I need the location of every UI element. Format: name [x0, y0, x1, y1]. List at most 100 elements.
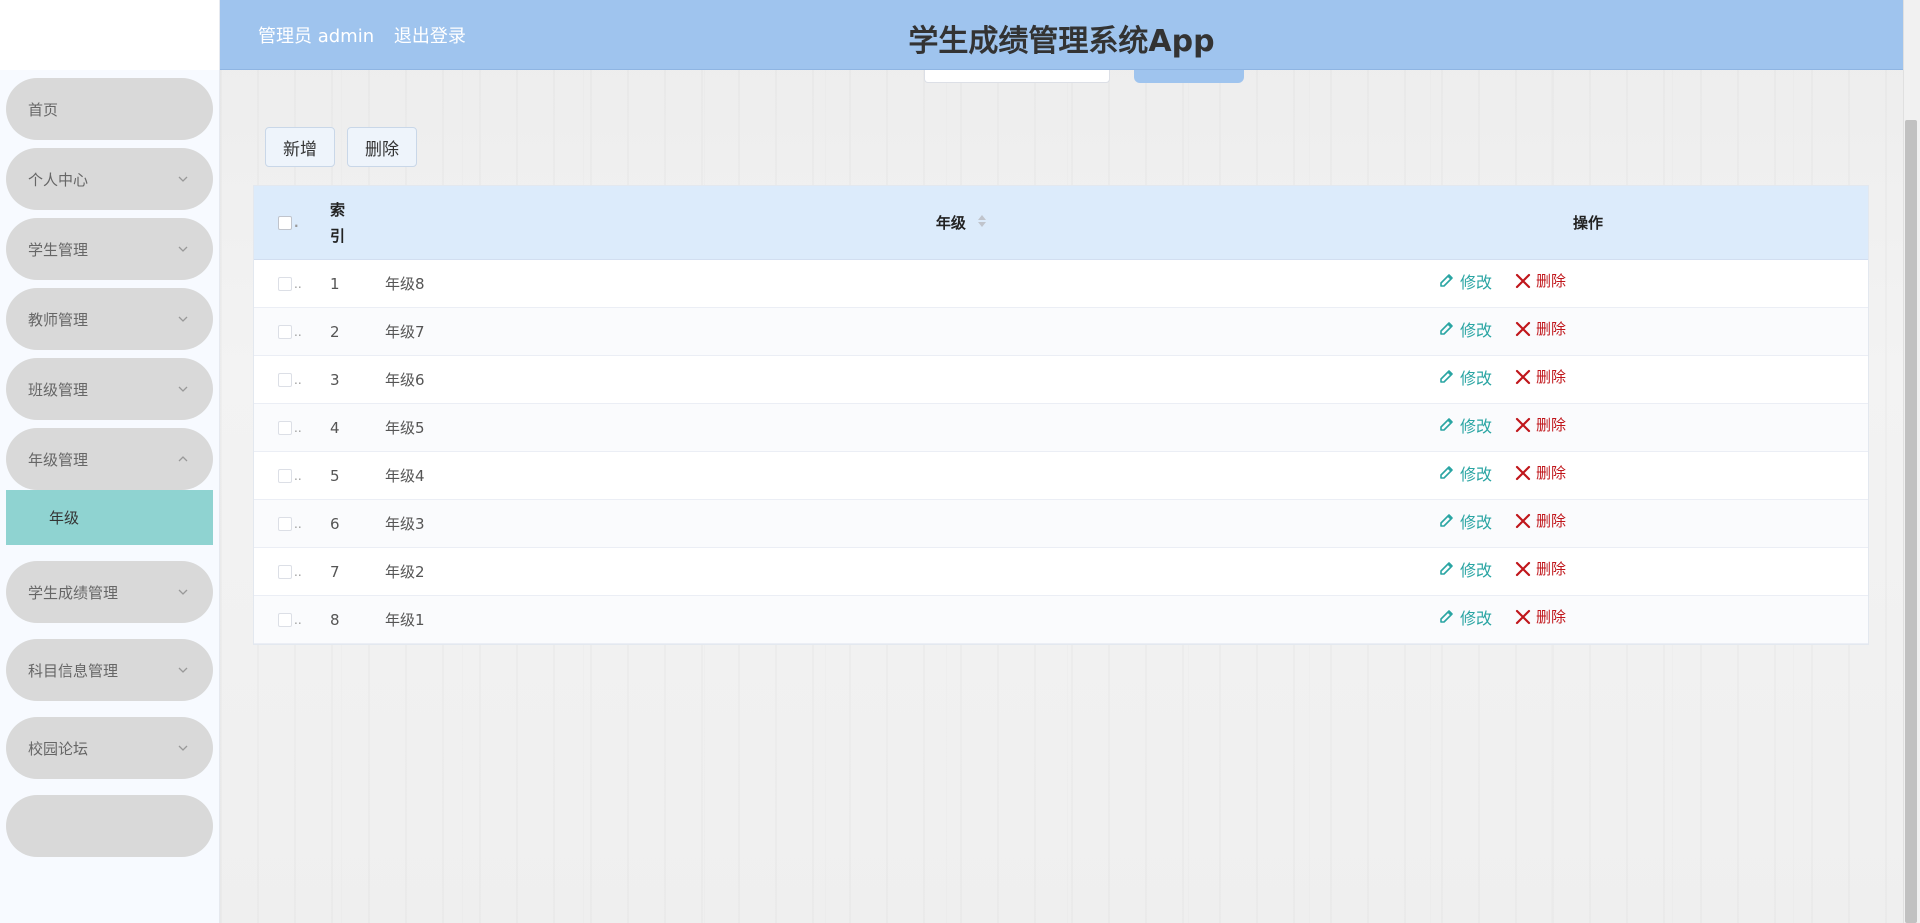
row-ops: 修改 删除	[1438, 365, 1868, 389]
sidebar-item-more[interactable]	[6, 795, 213, 857]
sidebar-item-teacher-management[interactable]: 教师管理	[6, 288, 213, 350]
edit-button[interactable]: 修改	[1438, 605, 1492, 629]
chevron-down-icon	[175, 381, 191, 397]
sidebar-subitem-grade[interactable]: 年级	[6, 490, 213, 545]
delete-button[interactable]: 删除	[1514, 413, 1566, 437]
delete-button[interactable]: 删除	[1514, 509, 1566, 533]
delete-label: 删除	[1536, 608, 1567, 626]
row-ops: 修改 删除	[1438, 413, 1868, 437]
sidebar-item-label: 个人中心	[28, 170, 89, 189]
page-title: 学生成绩管理系统App	[908, 24, 1215, 59]
header-grade[interactable]: 年级	[385, 212, 1438, 234]
edit-icon	[1438, 368, 1456, 386]
table-row: .. 1 年级8 修改 删除	[254, 260, 1868, 308]
row-checkbox[interactable]	[278, 420, 292, 435]
edit-label: 修改	[1460, 416, 1493, 436]
row-ops: 修改 删除	[1438, 317, 1868, 341]
sidebar-item-personal-center[interactable]: 个人中心	[6, 148, 213, 210]
table-row: .. 7 年级2 修改 删除	[254, 548, 1868, 596]
row-grade: 年级7	[385, 323, 425, 341]
chevron-down-icon	[175, 241, 191, 257]
close-icon	[1514, 368, 1532, 386]
row-index: 1	[330, 274, 340, 293]
delete-button[interactable]: 删除	[1514, 557, 1566, 581]
sidebar-item-subject-management[interactable]: 科目信息管理	[6, 639, 213, 701]
delete-label: 删除	[1536, 560, 1567, 578]
sidebar-item-grade-management[interactable]: 年级管理	[6, 428, 213, 490]
table-row: .. 3 年级6 修改 删除	[254, 356, 1868, 404]
row-index: 2	[330, 322, 340, 341]
close-icon	[1514, 416, 1532, 434]
delete-button[interactable]: 删除	[1514, 605, 1566, 629]
delete-label: 删除	[1536, 320, 1567, 338]
table-header: . 索引 年级 操作	[254, 186, 1868, 260]
sidebar-item-label: 首页	[28, 100, 59, 119]
edit-label: 修改	[1460, 320, 1493, 340]
delete-label: 删除	[1536, 464, 1567, 482]
sidebar-item-score-management[interactable]: 学生成绩管理	[6, 561, 213, 623]
sidebar: 首页 个人中心 学生管理 教师管理 班级管理 年级管理 年级 学生成绩管理 科目…	[0, 0, 220, 923]
chevron-up-icon	[175, 451, 191, 467]
row-grade: 年级3	[385, 515, 425, 533]
row-grade: 年级2	[385, 563, 425, 581]
row-check-cell: ..	[254, 324, 330, 339]
page-scrollbar-thumb[interactable]	[1905, 120, 1917, 923]
table-row: .. 4 年级5 修改 删除	[254, 404, 1868, 452]
edit-button[interactable]: 修改	[1438, 317, 1492, 341]
row-ops: 修改 删除	[1438, 605, 1868, 629]
edit-button[interactable]: 修改	[1438, 557, 1492, 581]
edit-icon	[1438, 512, 1456, 530]
header-index: 索引	[330, 197, 385, 249]
select-all-checkbox[interactable]	[278, 215, 292, 230]
delete-label: 删除	[1536, 368, 1567, 386]
row-ops: 修改 删除	[1438, 557, 1868, 581]
add-button[interactable]: 新增	[265, 127, 335, 167]
row-checkbox[interactable]	[278, 468, 292, 483]
sidebar-subitem-label: 年级	[49, 509, 80, 527]
delete-button[interactable]: 删除	[1514, 461, 1566, 485]
row-checkbox[interactable]	[278, 372, 292, 387]
sidebar-item-campus-forum[interactable]: 校园论坛	[6, 717, 213, 779]
edit-button[interactable]: 修改	[1438, 461, 1492, 485]
edit-icon	[1438, 608, 1456, 626]
edit-button[interactable]: 修改	[1438, 413, 1492, 437]
edit-button[interactable]: 修改	[1438, 509, 1492, 533]
sidebar-item-label: 学生管理	[28, 240, 89, 259]
toolbar: 新增 删除	[265, 127, 417, 167]
row-checkbox[interactable]	[278, 564, 292, 579]
table-row: .. 2 年级7 修改 删除	[254, 308, 1868, 356]
top-header: 管理员 admin 退出登录 学生成绩管理系统App	[220, 0, 1903, 70]
edit-button[interactable]: 修改	[1438, 269, 1492, 293]
chevron-down-icon	[175, 311, 191, 327]
sidebar-item-class-management[interactable]: 班级管理	[6, 358, 213, 420]
header-index-label: 索引	[330, 200, 346, 245]
row-checkbox[interactable]	[278, 276, 292, 291]
row-checkbox[interactable]	[278, 612, 292, 627]
sidebar-item-label: 教师管理	[28, 310, 89, 329]
row-check-cell: ..	[254, 372, 330, 387]
sidebar-item-student-management[interactable]: 学生管理	[6, 218, 213, 280]
row-check-cell: ..	[254, 564, 330, 579]
delete-label: 删除	[1536, 272, 1567, 290]
edit-label: 修改	[1460, 272, 1493, 292]
sidebar-item-home[interactable]: 首页	[6, 78, 213, 140]
sort-icon[interactable]	[977, 213, 987, 233]
header-ops: 操作	[1572, 214, 1603, 232]
row-grade: 年级8	[385, 275, 425, 293]
delete-button[interactable]: 删除	[1514, 317, 1566, 341]
delete-button[interactable]: 删除	[1514, 365, 1566, 389]
sidebar-item-label: 年级管理	[28, 450, 89, 469]
row-index: 3	[330, 370, 340, 389]
edit-label: 修改	[1460, 464, 1493, 484]
chevron-down-icon	[175, 584, 191, 600]
edit-button[interactable]: 修改	[1438, 365, 1492, 389]
batch-delete-button[interactable]: 删除	[347, 127, 417, 167]
row-checkbox[interactable]	[278, 516, 292, 531]
edit-icon	[1438, 320, 1456, 338]
row-checkbox[interactable]	[278, 324, 292, 339]
sidebar-menu: 首页 个人中心 学生管理 教师管理 班级管理 年级管理 年级 学生成绩管理 科目…	[0, 78, 219, 857]
edit-icon	[1438, 416, 1456, 434]
delete-label: 删除	[1536, 512, 1567, 530]
delete-button[interactable]: 删除	[1514, 269, 1566, 293]
edit-label: 修改	[1460, 560, 1493, 580]
